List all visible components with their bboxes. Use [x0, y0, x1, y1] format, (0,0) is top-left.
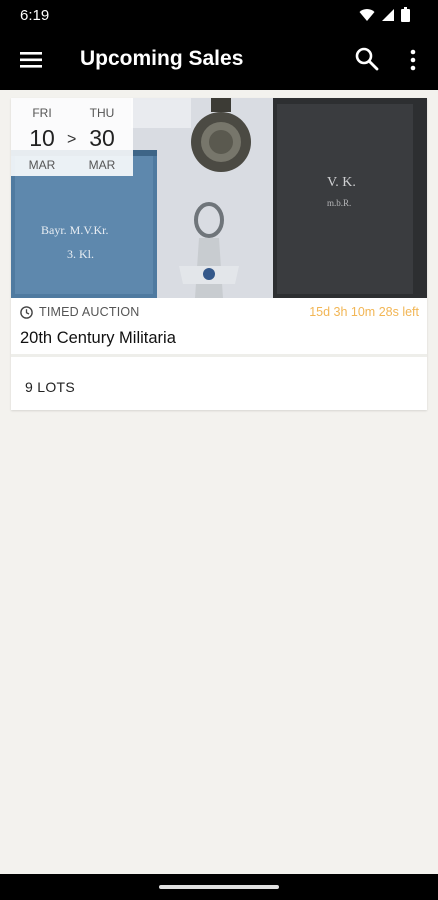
auction-type: TIMED AUCTION	[39, 305, 140, 319]
svg-text:V. K.: V. K.	[327, 175, 356, 190]
battery-icon	[401, 7, 410, 22]
start-day-of-week: FRI	[32, 106, 52, 120]
time-left: 15d 3h 10m 28s left	[309, 305, 419, 319]
card-divider	[11, 354, 427, 357]
status-time: 6:19	[20, 7, 50, 24]
app-bar: Upcoming Sales	[0, 30, 438, 90]
wifi-icon	[359, 8, 375, 21]
end-day: 30	[89, 125, 115, 151]
search-icon[interactable]	[354, 46, 380, 72]
more-options-icon[interactable]	[402, 46, 424, 74]
sale-image[interactable]: Bayr. M.V.Kr. 3. Kl. V. K. m.b.R. FRI 10…	[11, 98, 427, 298]
lots-count[interactable]: 9 LOTS	[25, 379, 75, 395]
svg-text:Bayr. M.V.Kr.: Bayr. M.V.Kr.	[41, 223, 108, 237]
sale-card[interactable]: Bayr. M.V.Kr. 3. Kl. V. K. m.b.R. FRI 10…	[11, 98, 427, 410]
start-day: 10	[29, 125, 55, 151]
status-icons	[359, 7, 410, 22]
start-date: FRI 10 MAR	[17, 98, 67, 172]
sale-title[interactable]: 20th Century Militaria	[20, 329, 176, 348]
sale-date-range: FRI 10 MAR > THU 30 MAR	[11, 98, 133, 176]
svg-text:m.b.R.: m.b.R.	[327, 198, 351, 208]
start-month: MAR	[28, 158, 56, 172]
menu-icon[interactable]	[18, 46, 46, 74]
end-day-of-week: THU	[89, 106, 115, 120]
page-title: Upcoming Sales	[80, 47, 244, 70]
end-date: THU 30 MAR	[77, 98, 127, 172]
auction-type-row: TIMED AUCTION	[20, 305, 140, 319]
date-range-separator: >	[67, 131, 77, 148]
home-gesture-handle[interactable]	[159, 885, 279, 889]
clock-icon	[20, 305, 33, 319]
navigation-bar	[0, 874, 438, 900]
signal-icon	[382, 8, 394, 21]
svg-text:3. Kl.: 3. Kl.	[67, 247, 94, 261]
end-month: MAR	[88, 158, 116, 172]
status-bar: 6:19	[0, 0, 438, 30]
